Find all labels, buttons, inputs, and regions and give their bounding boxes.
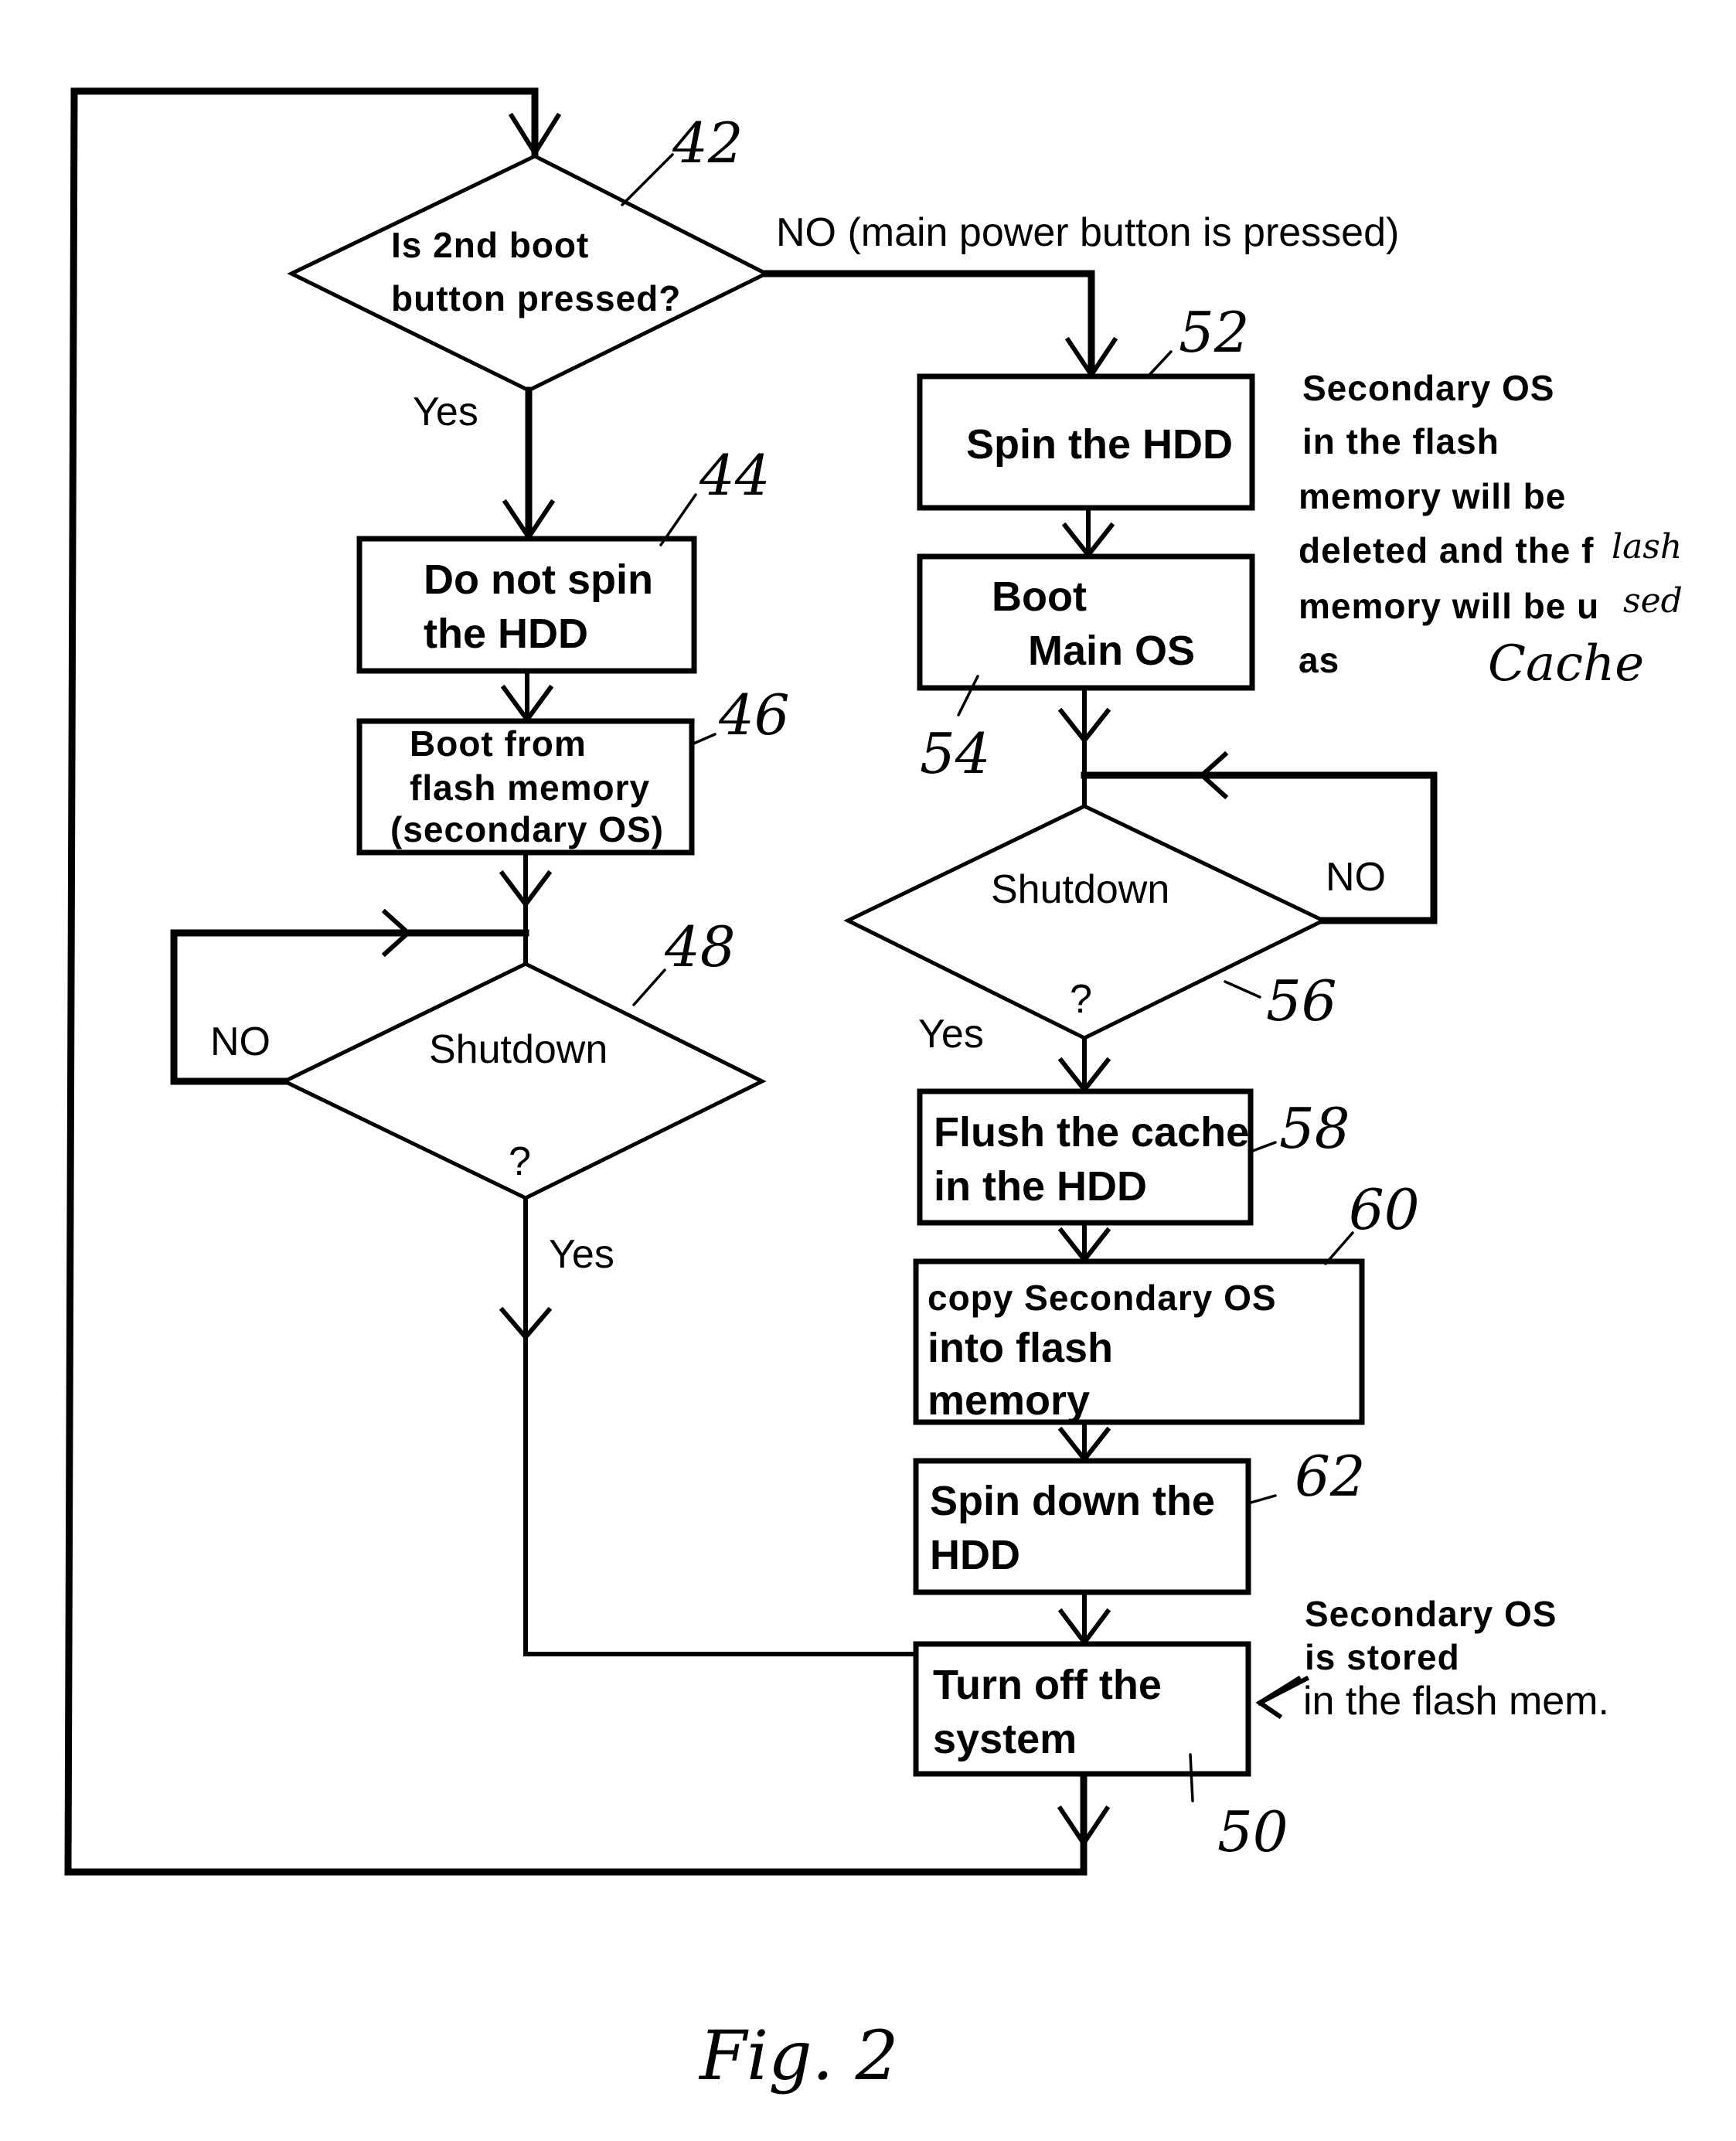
note1-line1: Secondary OS <box>1302 368 1554 408</box>
process-54-line2: Main OS <box>1028 628 1195 674</box>
process-60-line2: into flash <box>928 1325 1113 1371</box>
note2-arrow-shaft <box>1256 1675 1310 1707</box>
label-48-yes: Yes <box>549 1232 614 1277</box>
process-46-line3: (secondary OS) <box>390 809 664 849</box>
decision-42-shape <box>287 154 771 393</box>
note1-line6: as <box>1299 640 1339 680</box>
decision-48-q: ? <box>509 1139 531 1184</box>
process-50-line2: system <box>933 1716 1077 1762</box>
label-42-yes: Yes <box>413 390 478 434</box>
leader-46 <box>690 733 717 746</box>
process-52-line1: Spin the HDD <box>966 421 1233 468</box>
note1-line3: memory will be <box>1299 476 1566 516</box>
figure-caption: Fig. 2 <box>698 2016 898 2095</box>
process-58-line2: in the HDD <box>934 1163 1147 1210</box>
note2-line3: in the flash mem. <box>1303 1679 1609 1724</box>
flowchart: Is 2nd boot button pressed? NO (main pow… <box>64 87 1683 2095</box>
connector-42-no <box>762 270 1095 379</box>
label-56-no: NO <box>1326 855 1386 900</box>
leader-42 <box>621 153 674 206</box>
note1-hand-lash: lash <box>1612 527 1682 567</box>
process-60-line1: copy Secondary OS <box>928 1278 1277 1318</box>
process-58-line1: Flush the cache <box>934 1109 1249 1156</box>
ref-50: 50 <box>1217 1799 1288 1864</box>
ref-52: 52 <box>1179 300 1250 365</box>
stored-note: Secondary OS is stored in the flash mem. <box>1255 1594 1609 1724</box>
leader-48 <box>632 968 666 1006</box>
flash-cache-note: Secondary OS in the flash memory will be… <box>1299 368 1683 693</box>
ref-44: 44 <box>699 443 771 508</box>
decision-42-line1: Is 2nd boot <box>391 225 589 265</box>
ref-54: 54 <box>920 721 991 786</box>
decision-48-line1: Shutdown <box>429 1027 608 1072</box>
process-62-line2: HDD <box>930 1532 1020 1578</box>
process-54-line1: Boot <box>992 574 1087 620</box>
label-48-no: NO <box>210 1019 271 1064</box>
ref-62: 62 <box>1295 1444 1366 1509</box>
ref-48: 48 <box>664 914 736 979</box>
label-42-no: NO (main power button is pressed) <box>776 210 1399 255</box>
note2-line2: is stored <box>1305 1637 1460 1677</box>
note1-hand-cache: Cache <box>1488 635 1644 693</box>
note2-line1: Secondary OS <box>1305 1594 1557 1634</box>
note1-hand-sed: sed <box>1623 581 1683 621</box>
process-46-line1: Boot from <box>410 723 587 764</box>
decision-42-line2: button pressed? <box>391 278 681 318</box>
ref-46: 46 <box>718 682 790 747</box>
leader-58 <box>1249 1141 1277 1153</box>
ref-56: 56 <box>1266 968 1337 1033</box>
process-46-line2: flash memory <box>410 768 650 808</box>
leader-56 <box>1224 980 1261 999</box>
ref-58: 58 <box>1279 1096 1350 1161</box>
note1-line5: memory will be u <box>1299 586 1599 626</box>
process-50-line1: Turn off the <box>933 1662 1162 1708</box>
process-62-line1: Spin down the <box>930 1478 1215 1524</box>
decision-56-line1: Shutdown <box>991 867 1169 912</box>
process-44-line1: Do not spin <box>424 557 653 603</box>
decision-56-q: ? <box>1070 977 1092 1022</box>
ref-60: 60 <box>1349 1177 1420 1242</box>
note1-line4: deleted and the f <box>1299 530 1594 570</box>
label-56-yes: Yes <box>918 1012 984 1057</box>
leader-52 <box>1148 350 1173 376</box>
note1-line2: in the flash <box>1302 421 1499 461</box>
ref-42: 42 <box>672 111 744 175</box>
process-44-line2: the HDD <box>424 611 588 657</box>
leader-62 <box>1247 1494 1277 1505</box>
process-60-line3: memory <box>928 1377 1090 1424</box>
